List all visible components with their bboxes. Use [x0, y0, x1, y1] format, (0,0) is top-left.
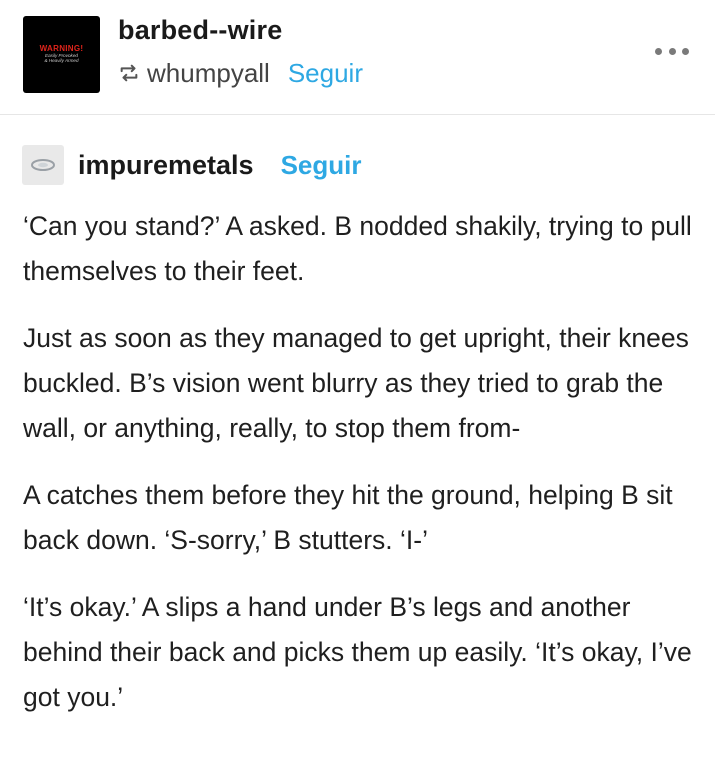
more-options-icon[interactable] [655, 45, 689, 57]
post-card: WARNING! Easily Provoked & Heavily Armed… [0, 0, 715, 782]
reblog-source-link[interactable]: whumpyall [147, 58, 270, 89]
blog-avatar[interactable]: WARNING! Easily Provoked & Heavily Armed [23, 16, 100, 93]
post-paragraph: Just as soon as they managed to get upri… [23, 323, 689, 443]
dot-icon [668, 47, 676, 55]
post-paragraph: A catches them before they hit the groun… [23, 480, 673, 555]
dot-icon [682, 47, 689, 55]
trail-follow-button[interactable]: Seguir [281, 150, 362, 181]
avatar-caption-line-2: & Heavily Armed [44, 57, 79, 63]
trail-header: impuremetals Seguir [22, 145, 362, 185]
reblog-icon [120, 64, 138, 82]
post-body: ‘Can you stand?’ A asked. B nodded shaki… [23, 204, 693, 742]
dot-icon [655, 47, 662, 55]
ring-image-icon [31, 159, 55, 171]
post-paragraph: ‘It’s okay.’ A slips a hand under B’s le… [23, 592, 692, 712]
blog-name-link[interactable]: barbed--wire [118, 15, 282, 46]
follow-button[interactable]: Seguir [288, 58, 363, 89]
reblog-attribution: whumpyall Seguir [118, 57, 363, 89]
post-paragraph: ‘Can you stand?’ A asked. B nodded shaki… [23, 211, 692, 286]
trail-blog-name-link[interactable]: impuremetals [78, 150, 254, 181]
post-header: WARNING! Easily Provoked & Heavily Armed… [0, 0, 715, 115]
trail-avatar[interactable] [22, 145, 64, 185]
